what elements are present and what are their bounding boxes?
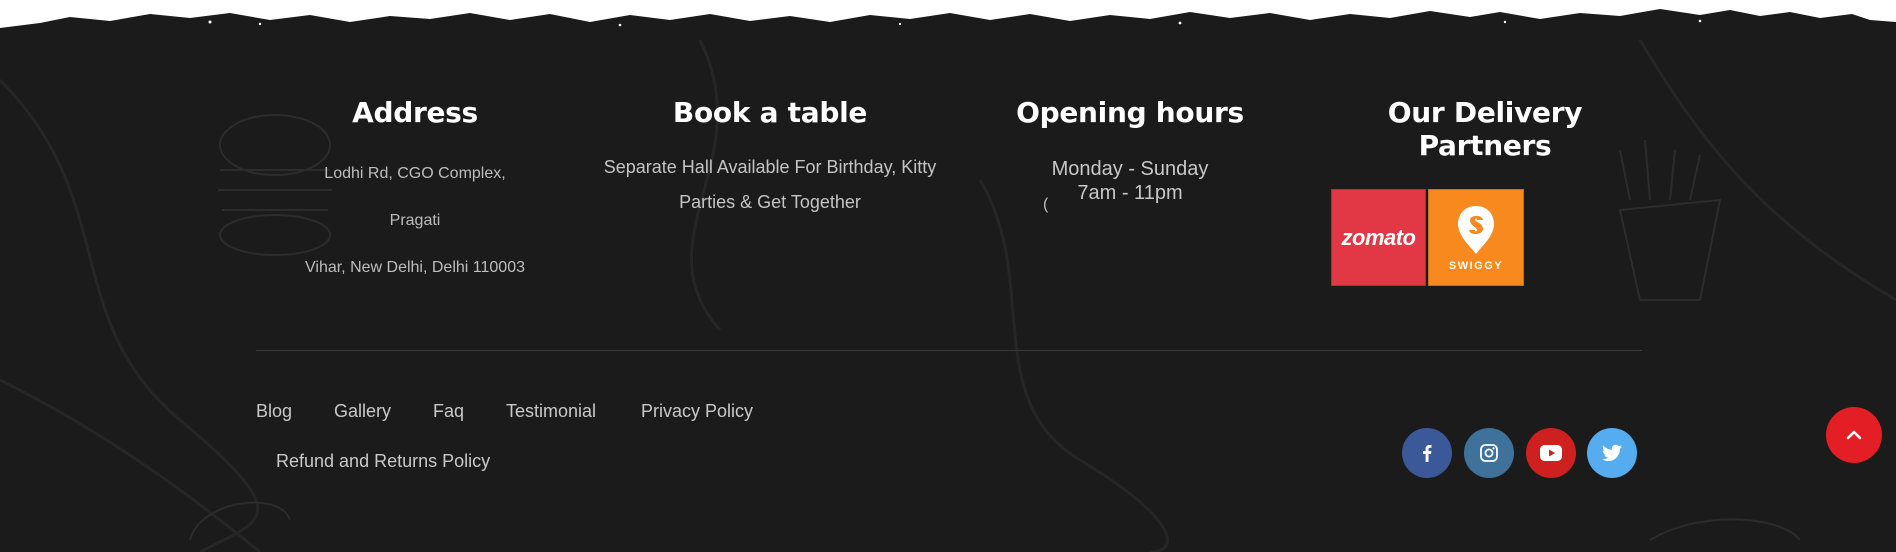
swiggy-pin-icon (1458, 205, 1494, 254)
bowl-doodle (189, 501, 1801, 541)
footer-divider (256, 350, 1642, 351)
scroll-to-top-button[interactable] (1826, 407, 1882, 463)
footer-link-privacy-policy[interactable]: Privacy Policy (641, 401, 753, 422)
opening-hours-column: Opening hours ( Monday - Sunday 7am - 11… (1010, 96, 1250, 213)
address-heading: Address (352, 96, 478, 129)
facebook-icon (1423, 445, 1432, 462)
footer-link-faq[interactable]: Faq (433, 401, 464, 422)
fries-doodle (1618, 139, 1722, 301)
delivery-partners-column: Our Delivery Partners (1330, 96, 1640, 162)
chevron-up-icon (1846, 430, 1862, 440)
zomato-wordmark: zomato (1341, 224, 1417, 250)
footer-link-refund-policy[interactable]: Refund and Returns Policy (276, 451, 490, 472)
hours-stray-glyph: ( (1043, 196, 1049, 213)
youtube-button[interactable] (1526, 428, 1576, 478)
twitter-button[interactable] (1587, 428, 1637, 478)
instagram-button[interactable] (1464, 428, 1514, 478)
swiggy-wordmark: SWIGGY (1448, 259, 1504, 272)
twitter-icon (1602, 444, 1622, 461)
facebook-button[interactable] (1402, 428, 1452, 478)
youtube-icon (1540, 445, 1562, 461)
delivery-partners-heading: Our Delivery Partners (1387, 96, 1583, 162)
opening-hours-heading: Opening hours (1016, 96, 1244, 129)
book-table-column: Book a table Separate Hall Available For… (600, 96, 940, 220)
delivery-partner-logos: zomato SWIGGY (1331, 189, 1524, 286)
footer-link-blog[interactable]: Blog (256, 401, 292, 422)
swiggy-logo[interactable]: SWIGGY (1428, 189, 1524, 286)
address-line-2: Vihar, New Delhi, Delhi 110003 (305, 259, 525, 276)
book-table-heading: Book a table (672, 96, 868, 129)
footer-link-gallery[interactable]: Gallery (334, 401, 391, 422)
book-table-description: Separate Hall Available For Birthday, Ki… (603, 157, 937, 212)
zomato-logo[interactable]: zomato (1331, 189, 1426, 286)
footer-link-testimonial[interactable]: Testimonial (506, 401, 596, 422)
address-line-1: Lodhi Rd, CGO Complex, Pragati (324, 165, 506, 229)
opening-days: Monday - Sunday (1051, 158, 1209, 180)
address-column: Address Lodhi Rd, CGO Complex, Pragati V… (300, 96, 530, 291)
instagram-icon (1480, 444, 1498, 462)
